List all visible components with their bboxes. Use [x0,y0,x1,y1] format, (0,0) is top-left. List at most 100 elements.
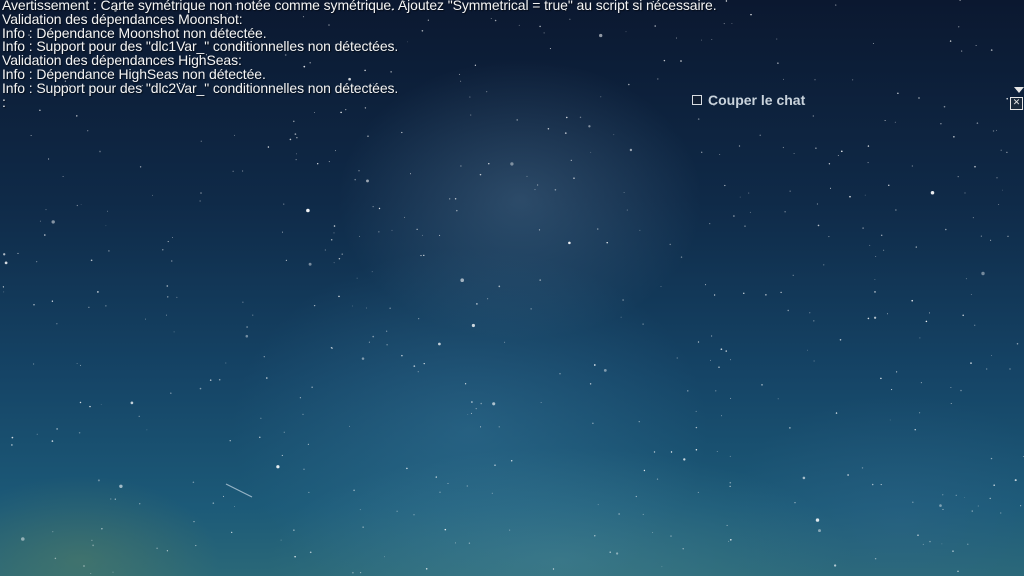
star [534,189,536,191]
star [914,429,916,431]
star [36,261,38,263]
star [435,476,437,478]
star [711,335,713,337]
star [573,177,575,179]
star [338,295,340,298]
star [234,506,236,507]
star [391,229,393,231]
star [4,261,8,265]
star [592,422,594,424]
star [929,540,931,543]
star [48,158,50,160]
star [167,296,169,298]
star [331,347,333,349]
star [105,305,107,307]
star [510,460,513,462]
star [280,539,282,541]
star [276,465,280,469]
star [733,215,735,217]
star [974,165,976,168]
star [167,241,169,243]
star [709,223,711,225]
star [3,253,6,256]
star [460,165,462,167]
star [510,162,514,166]
star [660,286,662,287]
star [401,354,403,357]
star [615,552,619,555]
star [613,134,615,136]
star [725,350,727,352]
star [920,382,922,384]
star [730,397,732,399]
star [281,454,283,456]
star [218,378,221,381]
star [311,386,313,388]
star [697,341,700,343]
star [1009,368,1011,370]
star [324,249,327,251]
star [404,216,406,218]
star [975,45,977,46]
star [986,368,988,370]
star [837,155,839,157]
star [915,246,917,248]
star [894,121,896,123]
star [504,341,506,343]
star [670,451,673,453]
star [105,225,107,227]
star [87,130,89,132]
mute-chat-toggle[interactable]: Couper le chat [692,92,805,108]
star [919,337,921,339]
star [919,412,921,414]
star [917,534,919,537]
star [939,504,942,507]
star [880,234,883,237]
star [777,398,779,400]
star [738,145,741,147]
close-icon[interactable]: ✕ [1010,97,1023,110]
star [895,209,897,211]
star [119,484,123,489]
star [942,494,944,496]
star [642,513,644,515]
star [864,194,866,196]
star [231,531,233,534]
star [389,307,391,309]
star [467,414,469,415]
star [715,390,717,392]
star [296,153,297,155]
star [828,236,830,238]
star [282,231,283,233]
star [669,243,671,246]
star [80,204,82,205]
star [165,314,168,316]
star [289,138,292,141]
scroll-down-arrow-icon[interactable] [1014,87,1024,93]
mute-chat-checkbox[interactable] [692,95,702,105]
star [780,291,782,294]
star [813,360,815,362]
star [479,173,482,176]
star [970,293,972,295]
star [90,573,92,574]
star [516,119,519,121]
star [423,254,425,257]
star [79,364,82,366]
star [911,299,914,302]
star [539,279,542,281]
star [449,198,451,200]
star [537,184,539,186]
star [169,392,172,395]
star [225,362,227,364]
star [683,458,686,461]
star [492,402,496,406]
star [869,244,871,246]
star [378,231,380,233]
mute-chat-label: Couper le chat [708,92,806,108]
star [480,426,482,428]
star [554,189,557,191]
star [242,301,244,303]
star [875,256,877,258]
star [421,234,423,236]
